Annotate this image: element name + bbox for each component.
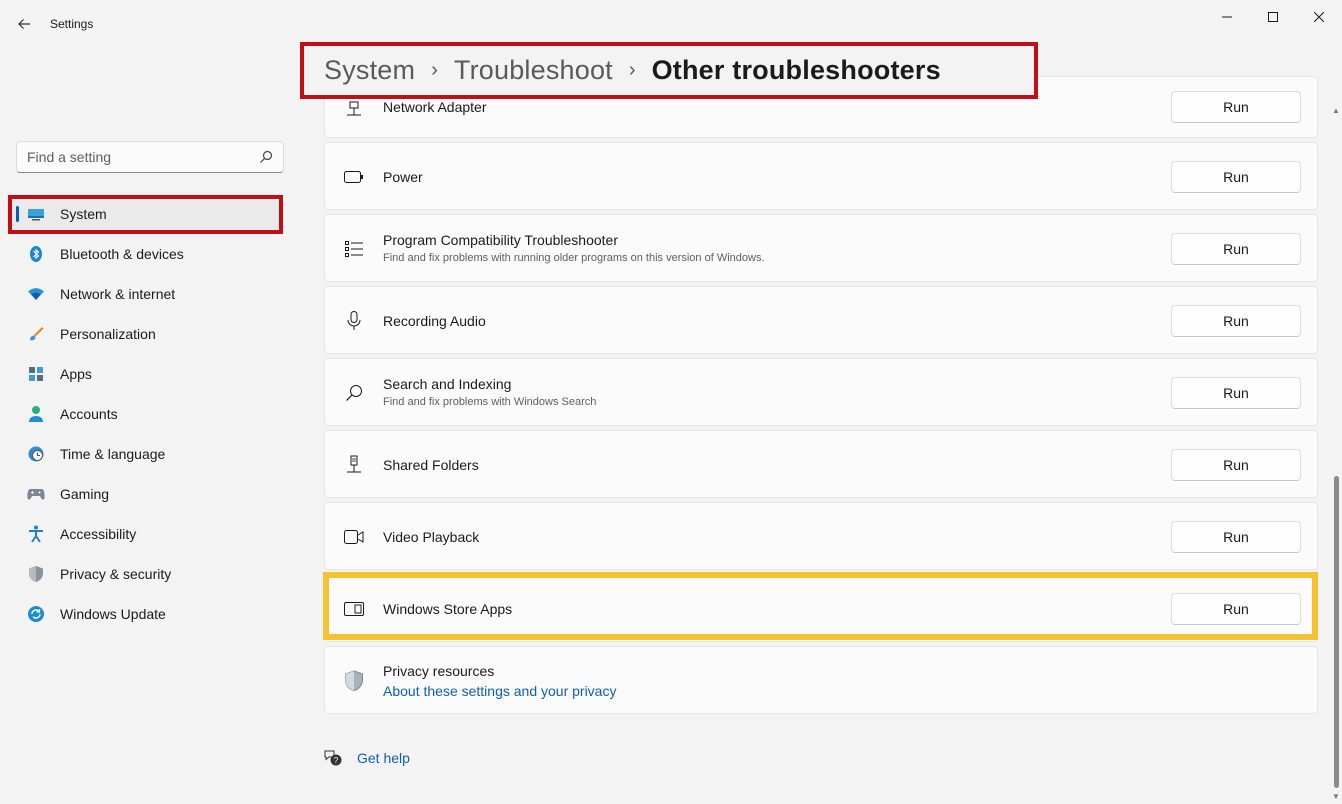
sidebar-item-personalization[interactable]: Personalization (0, 314, 300, 354)
sidebar-item-gaming[interactable]: Gaming (0, 474, 300, 514)
gamepad-icon (27, 485, 45, 503)
troubleshooter-title: Network Adapter (383, 99, 487, 115)
page-title: Other troubleshooters (651, 55, 941, 85)
sidebar-item-label: System (60, 206, 107, 222)
minimize-icon (1222, 16, 1232, 18)
troubleshooter-title: Windows Store Apps (383, 601, 513, 617)
account-icon (27, 405, 45, 423)
shield-icon (27, 565, 45, 583)
troubleshooter-title: Program Compatibility Troubleshooter (383, 232, 618, 248)
brush-icon (27, 325, 45, 343)
breadcrumb-separator: › (628, 59, 636, 81)
run-shared-folders-button[interactable]: Run (1171, 449, 1301, 481)
close-icon (1314, 12, 1324, 22)
troubleshooter-title: Power (383, 169, 423, 185)
privacy-resources-card: Privacy resources About these settings a… (324, 646, 1318, 714)
troubleshooter-description: Find and fix problems with Windows Searc… (383, 396, 597, 408)
troubleshooter-row-search-indexing: Search and Indexing Find and fix problem… (324, 358, 1318, 426)
annotation-red-box (8, 195, 283, 234)
back-arrow-icon (18, 19, 30, 29)
system-icon (27, 205, 45, 223)
update-icon (27, 605, 45, 623)
run-network-adapter-button[interactable]: Run (1171, 91, 1301, 123)
video-camera-icon (343, 526, 365, 548)
run-search-indexing-button[interactable]: Run (1171, 377, 1301, 409)
clock-globe-icon (27, 445, 45, 463)
troubleshooter-title: Search and Indexing (383, 376, 512, 392)
run-recording-audio-button[interactable]: Run (1171, 305, 1301, 337)
sidebar-item-apps[interactable]: Apps (0, 354, 300, 394)
privacy-settings-link[interactable]: About these settings and your privacy (383, 683, 616, 699)
list-icon (343, 238, 365, 260)
maximize-button[interactable] (1250, 2, 1296, 32)
sidebar-item-accessibility[interactable]: Accessibility (0, 514, 300, 554)
sidebar-item-label: Network & internet (60, 286, 176, 302)
title-bar: Settings (0, 0, 1342, 48)
sidebar-item-bluetooth-devices[interactable]: Bluetooth & devices (0, 234, 300, 274)
sidebar-item-privacy-security[interactable]: Privacy & security (0, 554, 300, 594)
privacy-resources-title: Privacy resources (383, 663, 495, 679)
back-button[interactable] (10, 10, 38, 38)
troubleshooter-row-windows-store-apps: Windows Store Apps Run (324, 574, 1318, 642)
run-video-playback-button[interactable]: Run (1171, 521, 1301, 553)
run-windows-store-apps-button[interactable]: Run (1171, 593, 1301, 625)
sidebar-item-label: Accessibility (60, 526, 137, 542)
search-input[interactable] (27, 149, 247, 165)
search-icon[interactable] (259, 150, 273, 164)
scroll-up-arrow-icon[interactable]: ▲ (1332, 106, 1340, 116)
help-icon: ? (323, 748, 343, 768)
sidebar-item-label: Personalization (60, 326, 156, 342)
breadcrumb-item-system[interactable]: System (324, 55, 415, 86)
get-help-link[interactable]: ? Get help (323, 748, 410, 768)
svg-text:?: ? (334, 756, 339, 765)
breadcrumb: System › Troubleshoot › Other troublesho… (300, 42, 1038, 99)
close-button[interactable] (1296, 2, 1342, 32)
scroll-thumb[interactable] (1334, 476, 1339, 788)
troubleshooter-row-shared-folders: Shared Folders Run (324, 430, 1318, 498)
troubleshooter-row-power: Power Run (324, 142, 1318, 210)
sidebar-item-label: Bluetooth & devices (60, 246, 184, 262)
troubleshooter-description: Find and fix problems with running older… (383, 252, 765, 264)
network-adapter-icon (343, 98, 365, 120)
app-title: Settings (50, 17, 94, 31)
minimize-button[interactable] (1204, 2, 1250, 32)
sidebar-item-label: Gaming (60, 486, 110, 502)
scroll-down-arrow-icon[interactable]: ▼ (1332, 792, 1340, 802)
wifi-icon (27, 285, 45, 303)
sidebar-item-label: Accounts (60, 406, 118, 422)
sidebar-item-label: Privacy & security (60, 566, 172, 582)
sidebar-nav: System Bluetooth & devices Network & int… (0, 194, 300, 634)
sidebar-item-accounts[interactable]: Accounts (0, 394, 300, 434)
sidebar-item-network-internet[interactable]: Network & internet (0, 274, 300, 314)
maximize-icon (1268, 12, 1278, 22)
breadcrumb-separator: › (431, 59, 438, 81)
breadcrumb-item-troubleshoot[interactable]: Troubleshoot (454, 55, 613, 86)
troubleshooter-row-video-playback: Video Playback Run (324, 502, 1318, 570)
troubleshooter-row-recording-audio: Recording Audio Run (324, 286, 1318, 354)
sidebar-item-label: Windows Update (60, 606, 166, 622)
sidebar-item-label: Time & language (60, 446, 166, 462)
apps-icon (27, 365, 45, 383)
troubleshooter-title: Video Playback (383, 529, 480, 545)
troubleshooter-title: Shared Folders (383, 457, 479, 473)
scrollbar[interactable]: ▲ ▼ (1331, 106, 1341, 802)
store-app-icon (343, 598, 365, 620)
run-program-compatibility-button[interactable]: Run (1171, 233, 1301, 265)
accessibility-icon (27, 525, 45, 543)
battery-icon (343, 166, 365, 188)
microphone-icon (343, 310, 365, 332)
sidebar-item-label: Apps (60, 366, 92, 382)
get-help-label: Get help (357, 750, 410, 766)
sidebar-item-system[interactable]: System (0, 194, 300, 234)
privacy-shield-icon (343, 670, 365, 692)
shared-folders-icon (343, 454, 365, 476)
troubleshooter-row-program-compatibility: Program Compatibility Troubleshooter Fin… (324, 214, 1318, 282)
sidebar-item-windows-update[interactable]: Windows Update (0, 594, 300, 634)
search-icon (343, 382, 365, 404)
run-power-button[interactable]: Run (1171, 161, 1301, 193)
search-box (16, 141, 284, 173)
sidebar-item-time-language[interactable]: Time & language (0, 434, 300, 474)
troubleshooter-title: Recording Audio (383, 313, 486, 329)
bluetooth-icon (27, 245, 45, 263)
